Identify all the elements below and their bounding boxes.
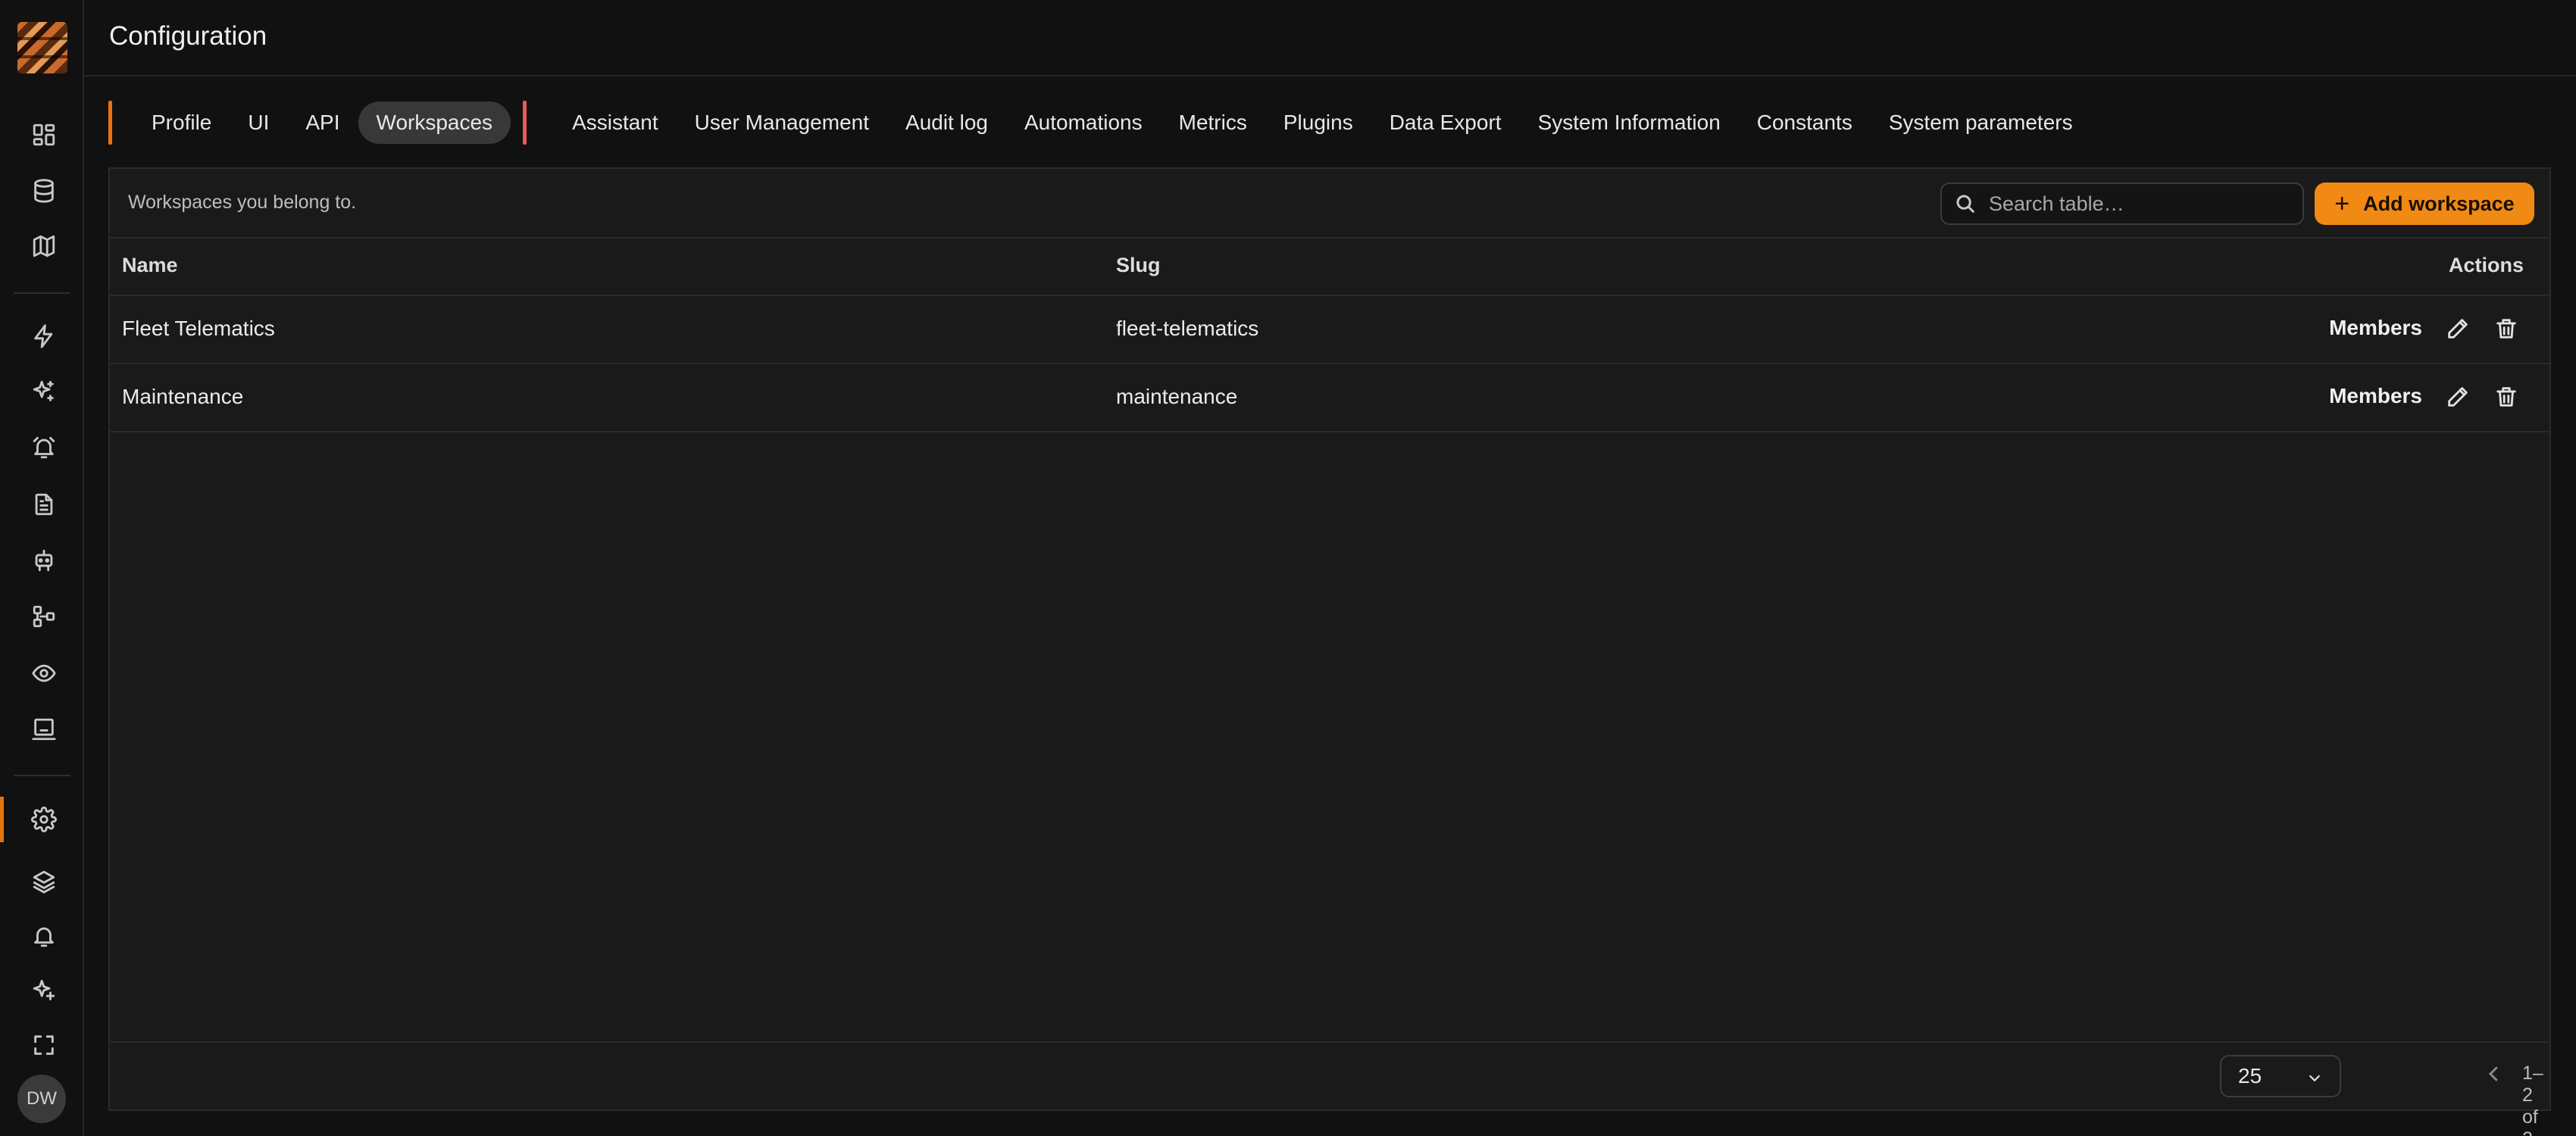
- search-box[interactable]: [1940, 183, 2304, 225]
- layers-icon[interactable]: [23, 860, 65, 903]
- page-header: Configuration: [84, 0, 2576, 76]
- page-size-select[interactable]: 25: [2220, 1055, 2341, 1097]
- table-row: Maintenance maintenance Members: [110, 364, 2549, 432]
- page-title: Configuration: [109, 21, 267, 51]
- search-icon: [1954, 192, 1977, 215]
- workflow-icon[interactable]: [23, 595, 65, 638]
- members-button[interactable]: Members: [2329, 316, 2422, 340]
- table-caption: Workspaces you belong to.: [128, 192, 357, 213]
- tab-ui[interactable]: UI: [230, 101, 287, 144]
- active-indicator: [0, 797, 4, 842]
- robot-icon[interactable]: [23, 539, 65, 582]
- map-icon[interactable]: [23, 225, 65, 267]
- column-header-name[interactable]: Name: [122, 254, 178, 277]
- members-button[interactable]: Members: [2329, 384, 2422, 408]
- sidebar: DW: [0, 0, 84, 1136]
- tab-profile[interactable]: Profile: [133, 101, 230, 144]
- search-input[interactable]: [1989, 192, 2292, 216]
- workspaces-panel: Workspaces you belong to. + Add workspac…: [108, 167, 2551, 1136]
- fullscreen-icon[interactable]: [23, 1024, 65, 1066]
- config-tabs: Profile UI API Workspaces Assistant User…: [108, 99, 2091, 146]
- tabs-start-marker: [108, 101, 112, 145]
- trash-icon[interactable]: [2493, 316, 2519, 342]
- sidebar-divider: [14, 292, 70, 294]
- table-toolbar: Workspaces you belong to. + Add workspac…: [110, 169, 2549, 239]
- document-icon[interactable]: [23, 483, 65, 526]
- database-icon[interactable]: [23, 170, 65, 212]
- bell-icon[interactable]: [23, 915, 65, 957]
- trash-icon[interactable]: [2493, 384, 2519, 410]
- tab-assistant[interactable]: Assistant: [554, 101, 677, 144]
- tab-system-parameters[interactable]: System parameters: [1871, 101, 2091, 144]
- sparkles-icon[interactable]: [23, 370, 65, 413]
- tab-automations[interactable]: Automations: [1006, 101, 1161, 144]
- tab-api[interactable]: API: [287, 101, 358, 144]
- table-header: Name Slug Actions: [110, 239, 2549, 296]
- pagination-label: 1–2 of 2: [2522, 1063, 2543, 1136]
- page-size-value: 25: [2238, 1064, 2262, 1088]
- sidebar-divider: [14, 775, 70, 776]
- table-row: Fleet Telematics fleet-telematics Member…: [110, 296, 2549, 364]
- tab-user-management[interactable]: User Management: [677, 101, 887, 144]
- tab-metrics[interactable]: Metrics: [1161, 101, 1265, 144]
- terminal-icon[interactable]: [23, 708, 65, 751]
- sparkles-icon[interactable]: [23, 969, 65, 1012]
- previous-page-icon[interactable]: [2483, 1063, 2506, 1085]
- add-workspace-button[interactable]: + Add workspace: [2315, 183, 2534, 225]
- workspace-slug: maintenance: [1116, 385, 1238, 408]
- add-workspace-label: Add workspace: [2363, 192, 2515, 215]
- tab-audit-log[interactable]: Audit log: [887, 101, 1006, 144]
- dashboard-icon[interactable]: [23, 114, 65, 156]
- plus-icon: +: [2334, 189, 2350, 218]
- tab-workspaces[interactable]: Workspaces: [358, 101, 511, 144]
- column-header-actions: Actions: [2448, 254, 2524, 276]
- gear-icon[interactable]: [23, 798, 65, 841]
- workspace-name: Maintenance: [122, 385, 244, 408]
- tab-plugins[interactable]: Plugins: [1265, 101, 1371, 144]
- tab-data-export[interactable]: Data Export: [1371, 101, 1520, 144]
- column-header-slug[interactable]: Slug: [1116, 254, 1161, 277]
- tab-system-information[interactable]: System Information: [1520, 101, 1739, 144]
- alarm-icon[interactable]: [23, 426, 65, 469]
- tabs-divider-marker: [523, 101, 527, 145]
- app-logo[interactable]: [17, 22, 67, 73]
- chevron-down-icon: [2309, 1075, 2321, 1082]
- user-avatar[interactable]: DW: [17, 1075, 66, 1123]
- workspace-name: Fleet Telematics: [122, 317, 275, 340]
- tab-constants[interactable]: Constants: [1739, 101, 1871, 144]
- eye-icon[interactable]: [23, 652, 65, 694]
- workspace-slug: fleet-telematics: [1116, 317, 1259, 340]
- edit-icon[interactable]: [2445, 384, 2471, 410]
- edit-icon[interactable]: [2445, 316, 2471, 342]
- lightning-icon[interactable]: [23, 315, 65, 357]
- table-footer: 25 1–2 of 2: [110, 1041, 2549, 1136]
